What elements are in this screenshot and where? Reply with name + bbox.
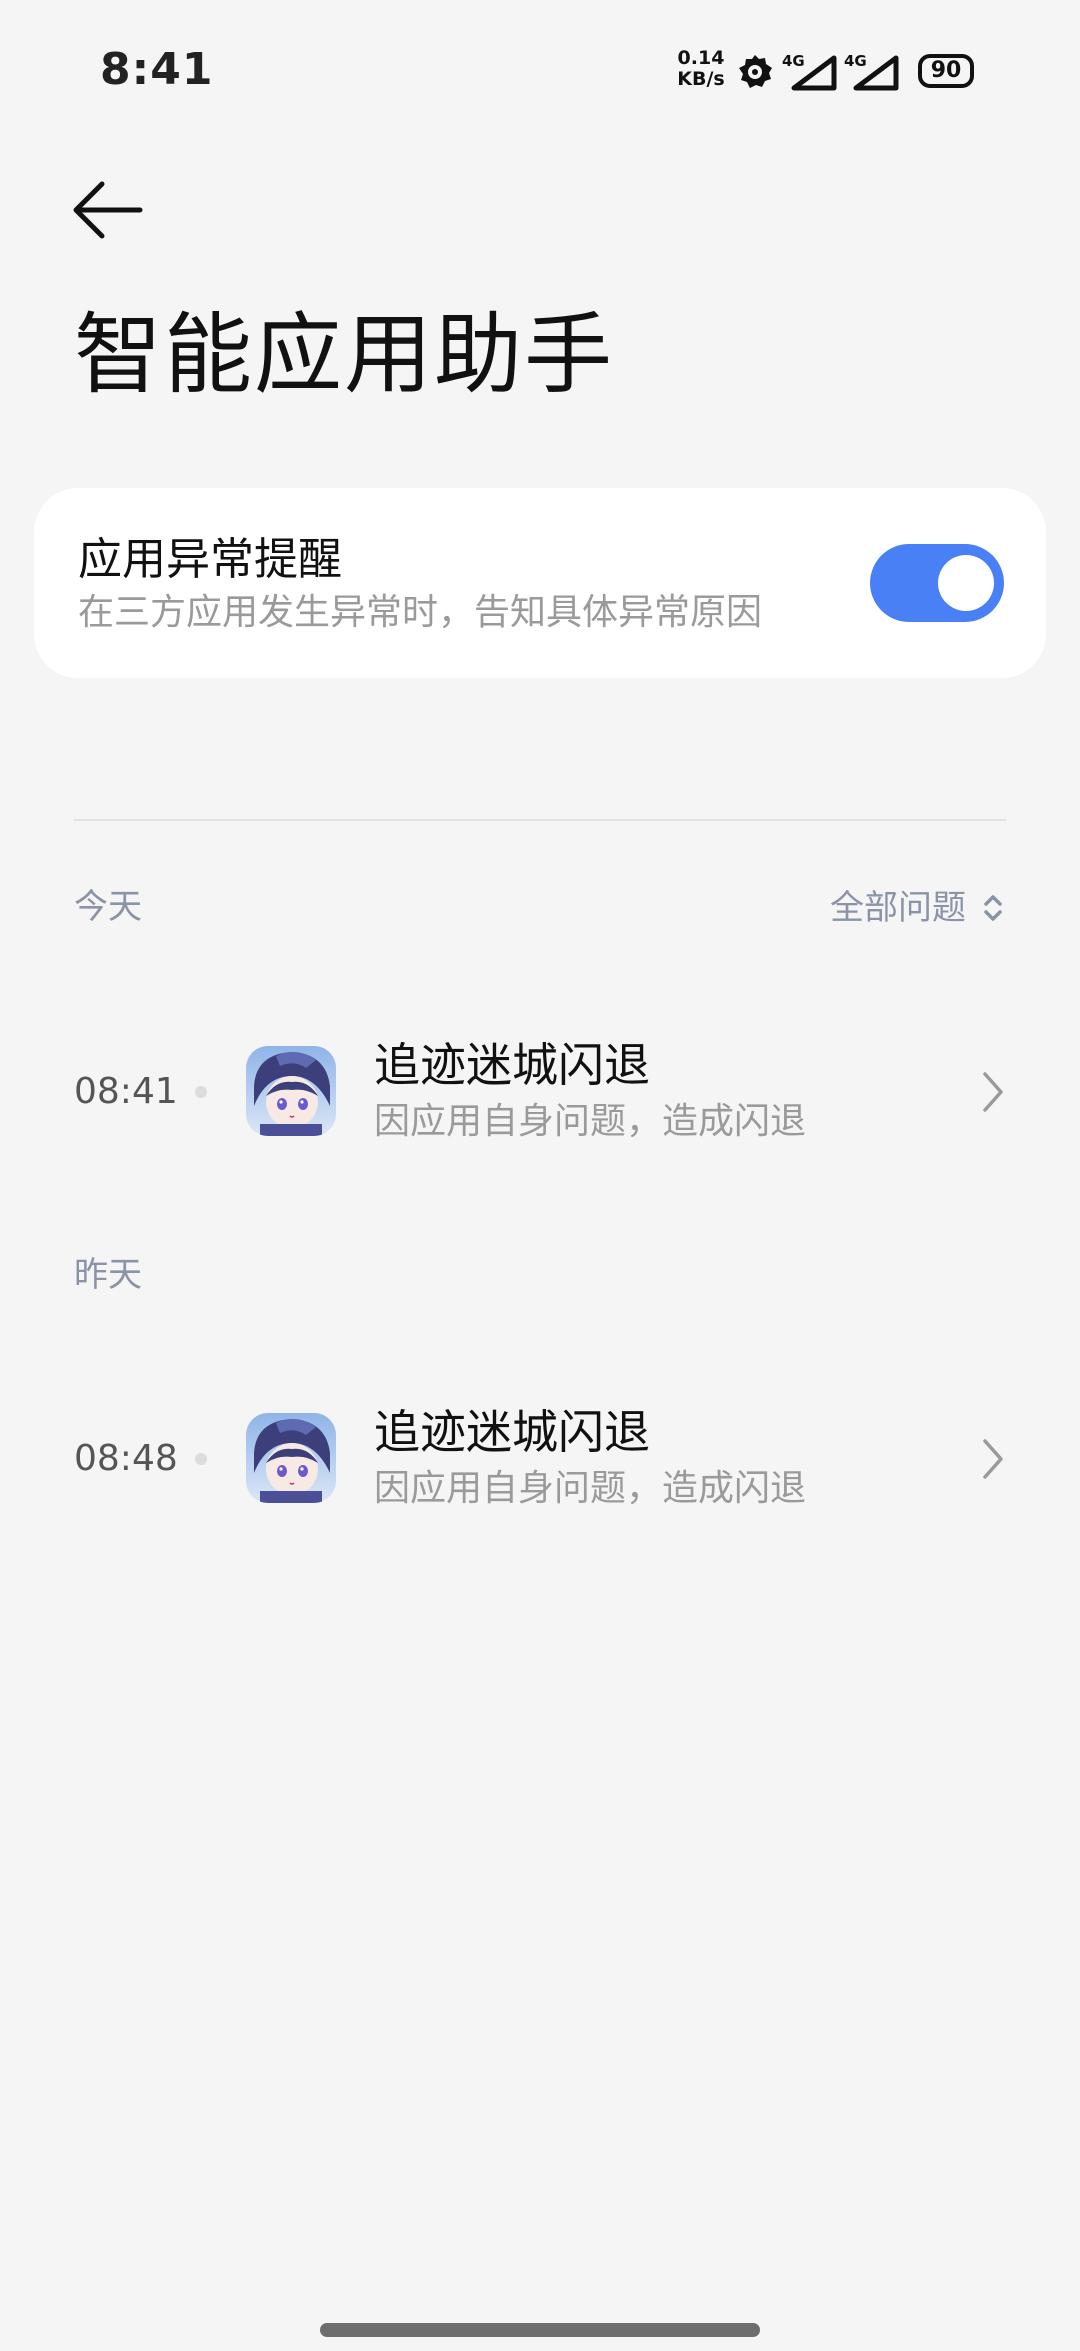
crash-time: 08:41 (74, 1071, 178, 1112)
back-button[interactable] (66, 172, 156, 248)
app-icon (246, 1046, 336, 1136)
status-time: 8:41 (100, 44, 214, 95)
status-bar: 8:41 0.14 KB/s 4G 4G 90 (0, 0, 1080, 140)
alert-setting-title: 应用异常提醒 (78, 534, 342, 585)
battery-level: 90 (930, 58, 962, 83)
page-title: 智能应用助手 (74, 303, 615, 406)
abnormal-alert-card: 应用异常提醒 在三方应用发生异常时，告知具体异常原因 (34, 488, 1046, 678)
crash-description: 因应用自身问题，造成闪退 (374, 1101, 807, 1142)
hotspot-icon (739, 55, 772, 88)
crash-list-item[interactable]: 08:48 追迹迷城闪退 因应用自身问题，造成闪退 (0, 1389, 1080, 1529)
filter-dropdown-button[interactable]: 全部问题 (830, 884, 1006, 932)
crash-list-item[interactable]: 08:41 追迹迷城闪退 因应用自身问题，造成闪退 (0, 1022, 1080, 1162)
signal-sim1-icon (791, 55, 837, 91)
section-label-today: 今天 (74, 887, 142, 927)
network-speed-unit: KB/s (677, 68, 725, 90)
arrow-left-icon (73, 181, 143, 239)
chevron-right-icon (983, 1072, 1003, 1112)
divider (74, 819, 1006, 821)
sort-updown-icon (984, 895, 1002, 921)
timeline-dot (195, 1086, 207, 1098)
crash-title: 追迹迷城闪退 (374, 1038, 650, 1092)
crash-title: 追迹迷城闪退 (374, 1405, 650, 1459)
signal-sim2-icon (853, 55, 899, 91)
alert-toggle-switch[interactable] (870, 544, 1004, 622)
chevron-right-icon (983, 1439, 1003, 1479)
battery-icon: 90 (918, 54, 974, 88)
crash-description: 因应用自身问题，造成闪退 (374, 1468, 807, 1509)
section-label-yesterday: 昨天 (74, 1255, 142, 1295)
filter-label: 全部问题 (830, 888, 966, 928)
app-icon (246, 1413, 336, 1503)
home-indicator[interactable] (320, 2323, 760, 2337)
alert-setting-description: 在三方应用发生异常时，告知具体异常原因 (78, 592, 763, 633)
toggle-knob (938, 555, 994, 611)
crash-time: 08:48 (74, 1438, 178, 1479)
network-speed: 0.14 KB/s (673, 48, 729, 90)
network-speed-value: 0.14 (677, 47, 725, 69)
timeline-dot (195, 1453, 207, 1465)
